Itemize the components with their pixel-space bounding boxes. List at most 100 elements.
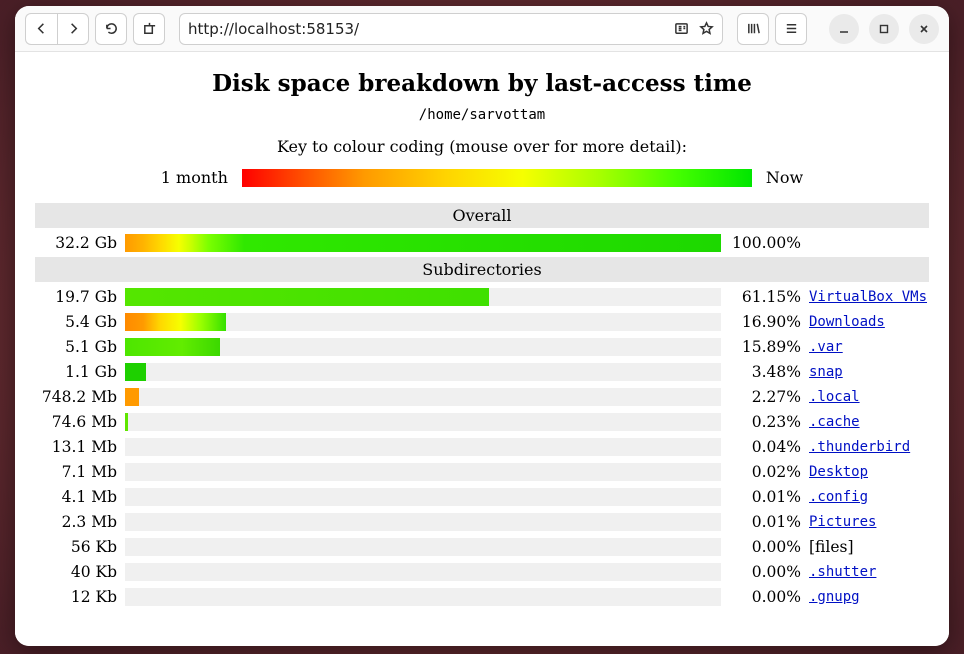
bar-cell[interactable] (125, 313, 721, 331)
url-actions (674, 21, 714, 36)
name-cell: Pictures (809, 514, 929, 530)
size-cell: 2.3 Mb (35, 513, 117, 531)
bar-fill (125, 413, 128, 431)
subdir-link[interactable]: .thunderbird (809, 439, 910, 455)
size-cell: 7.1 Mb (35, 463, 117, 481)
subdir-name: [files] (809, 538, 854, 556)
percent-cell: 0.02% (729, 463, 801, 481)
name-cell: Desktop (809, 464, 929, 480)
name-cell: .local (809, 389, 929, 405)
subdir-link[interactable]: VirtualBox VMs (809, 289, 927, 305)
size-cell: 40 Kb (35, 563, 117, 581)
size-cell: 5.4 Gb (35, 313, 117, 331)
new-tab-button[interactable] (133, 13, 165, 45)
subdir-link[interactable]: .cache (809, 414, 860, 430)
legend-gradient[interactable] (242, 169, 752, 187)
percent-cell: 0.04% (729, 438, 801, 456)
minimize-icon (838, 23, 850, 35)
bar-cell[interactable] (125, 563, 721, 581)
table-row: 748.2 Mb2.27%.local (35, 384, 929, 409)
browser-toolbar: http://localhost:58153/ (15, 6, 949, 52)
url-text[interactable]: http://localhost:58153/ (188, 20, 674, 38)
size-cell: 4.1 Mb (35, 488, 117, 506)
overall-percent: 100.00% (729, 234, 801, 252)
close-icon (918, 23, 930, 35)
reload-button[interactable] (95, 13, 127, 45)
overall-bar[interactable] (125, 234, 721, 252)
new-tab-icon (142, 21, 157, 36)
table-row: 74.6 Mb 0.23% .cache (35, 409, 929, 434)
name-cell: Downloads (809, 314, 929, 330)
bar-fill (125, 288, 489, 306)
reader-mode-icon[interactable] (674, 21, 689, 36)
maximize-icon (878, 23, 890, 35)
name-cell: .thunderbird (809, 439, 929, 455)
subdir-link[interactable]: Downloads (809, 314, 885, 330)
window-minimize-button[interactable] (829, 14, 859, 44)
bar-cell[interactable] (125, 588, 721, 606)
reload-icon (104, 21, 119, 36)
size-cell: 74.6 Mb (35, 413, 117, 431)
subdir-rows: 19.7 Gb 61.15% VirtualBox VMs 5.4 Gb 16.90% D… (35, 284, 929, 609)
size-cell: 56 Kb (35, 538, 117, 556)
overall-row: 32.2 Gb 100.00% (35, 230, 929, 255)
bar-cell[interactable] (125, 388, 721, 406)
chevron-right-icon (66, 21, 81, 36)
color-key-text: Key to colour coding (mouse over for mor… (35, 137, 929, 156)
bar-cell[interactable] (125, 338, 721, 356)
name-cell: snap (809, 364, 929, 380)
name-cell: .cache (809, 414, 929, 430)
subdir-link[interactable]: .var (809, 339, 843, 355)
table-row: 5.1 Gb15.89%.var (35, 334, 929, 359)
library-icon (746, 21, 761, 36)
size-cell: 13.1 Mb (35, 438, 117, 456)
subdir-link[interactable]: .shutter (809, 564, 876, 580)
bar-cell[interactable] (125, 463, 721, 481)
bar-cell[interactable] (125, 538, 721, 556)
subdir-link[interactable]: .gnupg (809, 589, 860, 605)
bookmark-star-icon[interactable] (699, 21, 714, 36)
size-cell: 1.1 Gb (35, 363, 117, 381)
browser-window: http://localhost:58153/ Disk space break… (15, 6, 949, 646)
nav-group (25, 13, 89, 45)
bar-fill (125, 363, 146, 381)
name-cell: [files] (809, 538, 929, 556)
subdir-link[interactable]: Desktop (809, 464, 868, 480)
percent-cell: 0.01% (729, 513, 801, 531)
page-content: Disk space breakdown by last-access time… (15, 52, 949, 646)
percent-cell: 61.15% (729, 288, 801, 306)
name-cell: .var (809, 339, 929, 355)
app-menu-button[interactable] (775, 13, 807, 45)
url-bar[interactable]: http://localhost:58153/ (179, 13, 723, 45)
bar-cell[interactable] (125, 288, 721, 306)
window-close-button[interactable] (909, 14, 939, 44)
window-maximize-button[interactable] (869, 14, 899, 44)
subdir-link[interactable]: snap (809, 364, 843, 380)
section-header-subdirs: Subdirectories (35, 257, 929, 282)
percent-cell: 0.01% (729, 488, 801, 506)
subdir-link[interactable]: .local (809, 389, 860, 405)
legend-left-label: 1 month (161, 168, 228, 187)
url-area: http://localhost:58153/ (179, 13, 723, 45)
bar-cell[interactable] (125, 413, 721, 431)
subdir-link[interactable]: Pictures (809, 514, 876, 530)
legend-right-label: Now (766, 168, 803, 187)
forward-button[interactable] (57, 13, 89, 45)
hamburger-icon (784, 21, 799, 36)
name-cell: VirtualBox VMs (809, 289, 929, 305)
bar-cell[interactable] (125, 513, 721, 531)
bar-cell[interactable] (125, 363, 721, 381)
table-row: 2.3 Mb 0.01% Pictures (35, 509, 929, 534)
library-button[interactable] (737, 13, 769, 45)
percent-cell: 2.27% (729, 388, 801, 406)
page-title: Disk space breakdown by last-access time (35, 70, 929, 97)
percent-cell: 0.00% (729, 563, 801, 581)
bar-cell[interactable] (125, 488, 721, 506)
percent-cell: 0.23% (729, 413, 801, 431)
table-row: 1.1 Gb3.48%snap (35, 359, 929, 384)
bar-cell[interactable] (125, 438, 721, 456)
size-cell: 19.7 Gb (35, 288, 117, 306)
subdir-link[interactable]: .config (809, 489, 868, 505)
back-button[interactable] (25, 13, 57, 45)
percent-cell: 16.90% (729, 313, 801, 331)
